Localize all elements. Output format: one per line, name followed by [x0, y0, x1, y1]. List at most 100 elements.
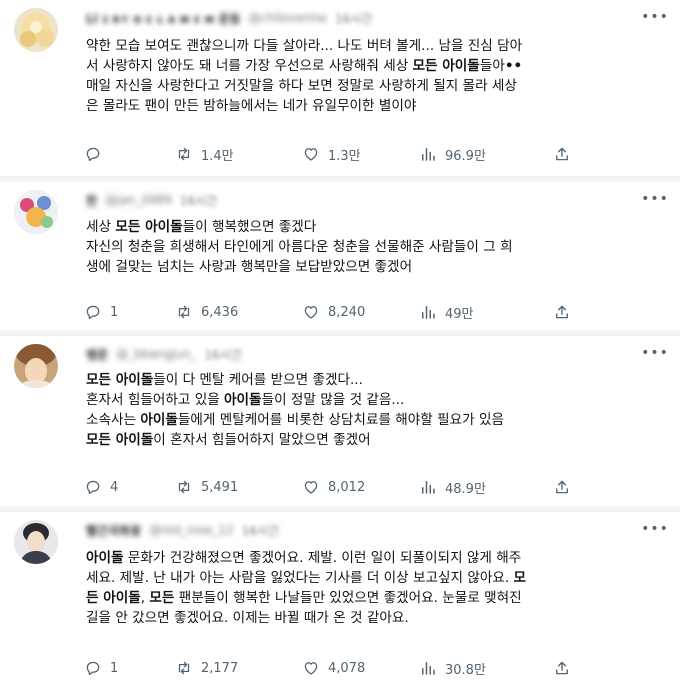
tweet-text-line: 세상 모든 아이돌들이 행복했으면 좋겠다 — [86, 217, 660, 237]
highlighted-term: 모든 — [149, 590, 175, 606]
tweet-actions: 4 5,491 8,012 48.9만 — [84, 477, 584, 497]
tweet-time[interactable]: 16시간 — [242, 522, 279, 539]
tweet-text-line: 자신의 청춘을 희생해서 타인에게 아름다운 청춘을 선물해준 사람들이 그 희 — [86, 237, 660, 257]
retweet-button[interactable]: 6,436 — [175, 302, 238, 322]
retweet-button[interactable]: 1.4만 — [175, 144, 234, 164]
reply-count: 4 — [110, 479, 119, 495]
tweet-time[interactable]: 16시간 — [204, 346, 241, 363]
tweet-text-line: 매일 자신을 사랑한다고 거짓말을 하다 보면 정말로 사랑하게 될지 몰라 세… — [86, 76, 660, 96]
tweet-time[interactable]: 16시간 — [180, 192, 217, 209]
tweet[interactable]: 한 @jan_0989 16시간 ••• 세상 모든 아이돌들이 행복했으면 좋… — [0, 182, 680, 330]
highlighted-term: 모든 아이돌 — [115, 219, 183, 235]
views-count: 30.8만 — [445, 662, 486, 678]
author-handle[interactable]: @jan_0989 — [105, 193, 172, 207]
like-count: 4,078 — [328, 660, 366, 676]
text-segment: 매일 자신을 사랑한다고 거짓말을 하다 보면 정말로 사랑하게 될지 몰라 세… — [86, 78, 517, 94]
like-button[interactable]: 8,240 — [302, 302, 365, 322]
retweet-icon — [178, 305, 190, 319]
tweet-text: 모든 아이돌들이 다 멘탈 케어를 받으면 좋겠다... 혼자서 힘들어하고 있을… — [86, 370, 660, 450]
author-name[interactable]: 빨간국화꽃 — [86, 522, 141, 539]
text-segment: 들에게 멘탈케어를 비롯한 상담치료를 해야할 필요가 있음 — [177, 412, 504, 428]
tweet-text-line: 모든 아이돌들이 다 멘탈 케어를 받으면 좋겠다... — [86, 370, 660, 390]
views-count: 49만 — [445, 306, 474, 322]
tweet-text-line: 아이돌 문화가 건강해졌으면 좋겠어요. 제발. 이런 일이 되풀이되지 않게 … — [86, 548, 660, 568]
tweet-text: 세상 모든 아이돌들이 행복했으면 좋겠다 자신의 청춘을 희생해서 타인에게 아… — [86, 217, 660, 277]
tweet-actions: 1 2,177 4,078 30.8만 — [84, 658, 584, 678]
author-handle[interactable]: @chlloverme — [249, 11, 328, 25]
share-button[interactable] — [553, 302, 571, 322]
text-segment: 들이 다 멘탈 케어를 받으면 좋겠다... — [153, 372, 363, 388]
tweet-header: Ll ɪ ʀʏ ᴏ ᴄ ʟ ᴀ ᴍ ᴇ ᴍ 운동 @chlloverme 16시… — [86, 10, 372, 26]
retweet-button[interactable]: 5,491 — [175, 477, 238, 497]
text-segment: 혼자서 힘들어하고 있을 — [86, 392, 225, 408]
retweet-count: 6,436 — [201, 304, 239, 320]
tweet[interactable]: Ll ɪ ʀʏ ᴏ ᴄ ʟ ᴀ ᴍ ᴇ ᴍ 운동 @chlloverme 16시… — [0, 0, 680, 176]
tweet-text-line: 든 아이돌, 모든 팬분들이 행복한 나날들만 있었으면 좋겠어요. 눈물로 맺… — [86, 588, 660, 608]
reply-count: 1 — [110, 660, 119, 676]
tweet-header: 뱅준 @_bbangjun_ 16시간 — [86, 346, 242, 362]
tweet-text-line: 세요. 제발. 난 내가 아는 사람을 잃었다는 기사를 더 이상 보고싶지 않… — [86, 568, 660, 588]
tweet-text: 아이돌 문화가 건강해졌으면 좋겠어요. 제발. 이런 일이 되풀이되지 않게 … — [86, 548, 660, 628]
reply-icon — [86, 147, 100, 161]
retweet-icon — [178, 480, 190, 494]
tweet[interactable]: 뱅준 @_bbangjun_ 16시간 ••• 모든 아이돌들이 다 멘탈 케어… — [0, 336, 680, 506]
share-icon — [556, 305, 568, 319]
share-button[interactable] — [553, 477, 571, 497]
reply-button[interactable]: 1 — [84, 302, 118, 322]
heart-icon — [304, 148, 318, 161]
views-button[interactable]: 49만 — [419, 302, 474, 322]
reply-icon — [86, 305, 100, 319]
reply-count: 1 — [110, 304, 119, 320]
avatar[interactable] — [14, 520, 58, 564]
tweet-time[interactable]: 16시간 — [335, 10, 372, 27]
tweet-text-line: 길을 안 갔으면 좋겠어요. 이제는 바뀔 때가 온 것 같아요. — [86, 608, 660, 628]
views-icon — [422, 662, 435, 675]
share-icon — [556, 661, 568, 675]
views-button[interactable]: 48.9만 — [419, 477, 486, 497]
more-icon[interactable]: ••• — [641, 520, 668, 538]
reply-button[interactable]: 1 — [84, 658, 118, 678]
like-button[interactable]: 8,012 — [302, 477, 365, 497]
like-button[interactable]: 4,078 — [302, 658, 365, 678]
views-icon — [422, 148, 435, 161]
author-name[interactable]: 뱅준 — [86, 346, 108, 363]
retweet-icon — [178, 147, 190, 161]
share-button[interactable] — [553, 144, 571, 164]
tweet[interactable]: 빨간국화꽃 @red_rose_12 16시간 ••• 아이돌 문화가 건강해졌… — [0, 512, 680, 688]
author-handle[interactable]: @_bbangjun_ — [116, 347, 196, 361]
tweet-text-line: 서 사랑하지 않아도 돼 너를 가장 우선으로 사랑해줘 세상 모든 아이돌들아… — [86, 56, 660, 76]
reply-icon — [86, 661, 100, 675]
reply-button[interactable] — [84, 144, 110, 164]
like-count: 8,012 — [328, 479, 366, 495]
like-button[interactable]: 1.3만 — [302, 144, 361, 164]
heart-icon — [304, 481, 318, 494]
author-handle[interactable]: @red_rose_12 — [149, 523, 234, 537]
retweet-button[interactable]: 2,177 — [175, 658, 238, 678]
more-icon[interactable]: ••• — [641, 190, 668, 208]
reply-button[interactable]: 4 — [84, 477, 118, 497]
text-segment: 서 사랑하지 않아도 돼 너를 가장 우선으로 사랑해줘 세상 — [86, 58, 413, 74]
retweet-icon — [178, 661, 190, 675]
avatar[interactable] — [14, 190, 58, 234]
tweet-text-line: 약한 모습 보여도 괜찮으니까 다들 살아라... 나도 버텨 볼게... 남을… — [86, 36, 660, 56]
share-button[interactable] — [553, 658, 571, 678]
highlighted-term: •• — [504, 58, 523, 74]
share-icon — [556, 480, 568, 494]
text-segment: 세요. 제발. 난 내가 아는 사람을 잃었다는 기사를 더 이상 보고싶지 않… — [86, 570, 514, 586]
more-icon[interactable]: ••• — [641, 344, 668, 362]
author-name[interactable]: Ll ɪ ʀʏ ᴏ ᴄ ʟ ᴀ ᴍ ᴇ ᴍ 운동 — [86, 10, 241, 27]
text-segment: 은 몰라도 팬이 만든 밤하늘에서는 네가 유일무이한 별이야 — [86, 98, 417, 114]
author-name[interactable]: 한 — [86, 192, 97, 209]
avatar[interactable] — [14, 344, 58, 388]
text-segment: 소속사는 — [86, 412, 141, 428]
views-button[interactable]: 96.9만 — [419, 144, 486, 164]
highlighted-term: 모 — [513, 570, 527, 586]
views-button[interactable]: 30.8만 — [419, 658, 486, 678]
views-icon — [422, 481, 435, 494]
more-icon[interactable]: ••• — [641, 8, 668, 26]
avatar[interactable] — [14, 8, 58, 52]
text-segment: 들아 — [479, 58, 505, 74]
tweet-actions: 1 6,436 8,240 49만 — [84, 302, 584, 322]
highlighted-term: 모든 아이돌 — [86, 372, 154, 388]
retweet-count: 1.4만 — [201, 148, 234, 164]
